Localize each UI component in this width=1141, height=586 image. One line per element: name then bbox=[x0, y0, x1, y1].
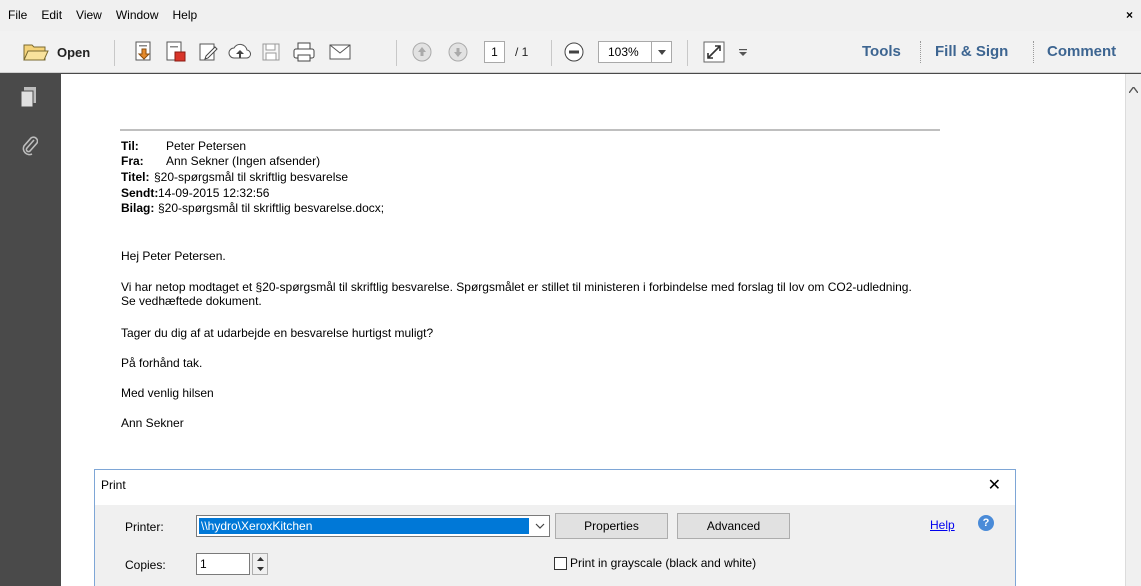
edit-pdf-icon[interactable] bbox=[196, 31, 222, 73]
tab-fill-sign[interactable]: Fill & Sign bbox=[935, 31, 1008, 73]
dropdown-icon[interactable] bbox=[652, 41, 672, 63]
dialog-title: Print bbox=[101, 478, 126, 492]
print-icon[interactable] bbox=[290, 31, 318, 73]
pages-icon[interactable] bbox=[20, 86, 38, 113]
toolbar-divider bbox=[687, 40, 688, 66]
toolbar-divider bbox=[114, 40, 115, 66]
dialog-body: Printer: \\hydro\XeroxKitchen Properties… bbox=[95, 505, 1015, 586]
page-total: / 1 bbox=[515, 45, 529, 59]
request-text: Tager du dig af at udarbejde en besvarel… bbox=[121, 326, 434, 340]
printer-label: Printer: bbox=[125, 520, 164, 534]
copies-input[interactable]: 1 bbox=[196, 553, 250, 575]
scroll-up-icon[interactable] bbox=[1128, 80, 1139, 98]
zoom-input[interactable]: 103% bbox=[598, 41, 652, 63]
toolbar: Open 1 / 1 103% Tools Fill & Sign Commen… bbox=[0, 31, 1141, 73]
help-icon[interactable]: ? bbox=[978, 515, 994, 531]
thanks-text: På forhånd tak. bbox=[121, 356, 203, 370]
greeting-text: Hej Peter Petersen. bbox=[121, 249, 226, 263]
cloud-upload-icon[interactable] bbox=[227, 31, 253, 73]
printer-value: \\hydro\XeroxKitchen bbox=[199, 518, 529, 534]
close-icon[interactable]: ✕ bbox=[988, 475, 1001, 495]
attachments-icon[interactable] bbox=[22, 134, 39, 161]
spin-down-icon[interactable] bbox=[253, 564, 267, 574]
email-icon[interactable] bbox=[326, 31, 354, 73]
body-text-line-1: Vi har netop modtaget et §20-spørgsmål t… bbox=[121, 280, 912, 294]
help-link[interactable]: Help bbox=[930, 518, 955, 532]
more-tools-icon[interactable] bbox=[736, 31, 750, 73]
header-attachment: Bilag: §20-spørgsmål til skriftlig besvar… bbox=[121, 201, 385, 215]
advanced-button[interactable]: Advanced bbox=[677, 513, 790, 539]
menu-file[interactable]: File bbox=[0, 0, 34, 31]
copies-label: Copies: bbox=[125, 558, 166, 572]
header-sent: Sendt:14-09-2015 12:32:56 bbox=[121, 186, 270, 200]
open-button[interactable]: Open bbox=[57, 31, 90, 73]
tab-tools[interactable]: Tools bbox=[862, 31, 901, 73]
toolbar-divider bbox=[396, 40, 397, 66]
toolbar-divider bbox=[920, 41, 921, 63]
menu-view[interactable]: View bbox=[69, 0, 109, 31]
copies-spinner[interactable] bbox=[252, 553, 268, 575]
folder-open-icon[interactable] bbox=[22, 31, 50, 73]
menu-help[interactable]: Help bbox=[166, 0, 205, 31]
left-navigation-pane bbox=[0, 74, 53, 586]
grayscale-checkbox[interactable] bbox=[554, 557, 567, 570]
header-to: Til: Peter Petersen bbox=[121, 139, 247, 153]
printer-select[interactable]: \\hydro\XeroxKitchen bbox=[196, 515, 550, 537]
page-up-icon[interactable] bbox=[410, 31, 434, 73]
header-subject: Titel: §20-spørgsmål til skriftlig besvar… bbox=[121, 170, 349, 184]
header-from: Fra: Ann Sekner (Ingen afsender) bbox=[121, 154, 321, 168]
page-number-input[interactable]: 1 bbox=[484, 41, 505, 63]
fit-page-icon[interactable] bbox=[701, 31, 727, 73]
export-pdf-icon[interactable] bbox=[163, 31, 189, 73]
properties-button[interactable]: Properties bbox=[555, 513, 668, 539]
print-dialog: Print ✕ Printer: \\hydro\XeroxKitchen Pr… bbox=[94, 469, 1016, 586]
menu-bar: File Edit View Window Help × bbox=[0, 0, 1141, 31]
closing-text: Med venlig hilsen bbox=[121, 386, 214, 400]
page-down-icon[interactable] bbox=[446, 31, 470, 73]
toolbar-divider bbox=[1033, 41, 1034, 63]
create-pdf-icon[interactable] bbox=[131, 31, 157, 73]
chevron-down-icon[interactable] bbox=[535, 519, 545, 538]
menu-edit[interactable]: Edit bbox=[34, 0, 69, 31]
spin-up-icon[interactable] bbox=[253, 554, 267, 564]
grayscale-label[interactable]: Print in grayscale (black and white) bbox=[570, 556, 756, 570]
body-text-line-2: Se vedhæftede dokument. bbox=[121, 294, 262, 308]
save-icon[interactable] bbox=[258, 31, 284, 73]
header-rule bbox=[120, 129, 940, 131]
tab-comment[interactable]: Comment bbox=[1047, 31, 1116, 73]
close-document-button[interactable]: × bbox=[1126, 0, 1133, 31]
toolbar-divider bbox=[551, 40, 552, 66]
vertical-scrollbar[interactable] bbox=[1125, 74, 1141, 586]
zoom-out-icon[interactable] bbox=[562, 31, 586, 73]
signature-text: Ann Sekner bbox=[121, 416, 184, 430]
menu-window[interactable]: Window bbox=[109, 0, 166, 31]
